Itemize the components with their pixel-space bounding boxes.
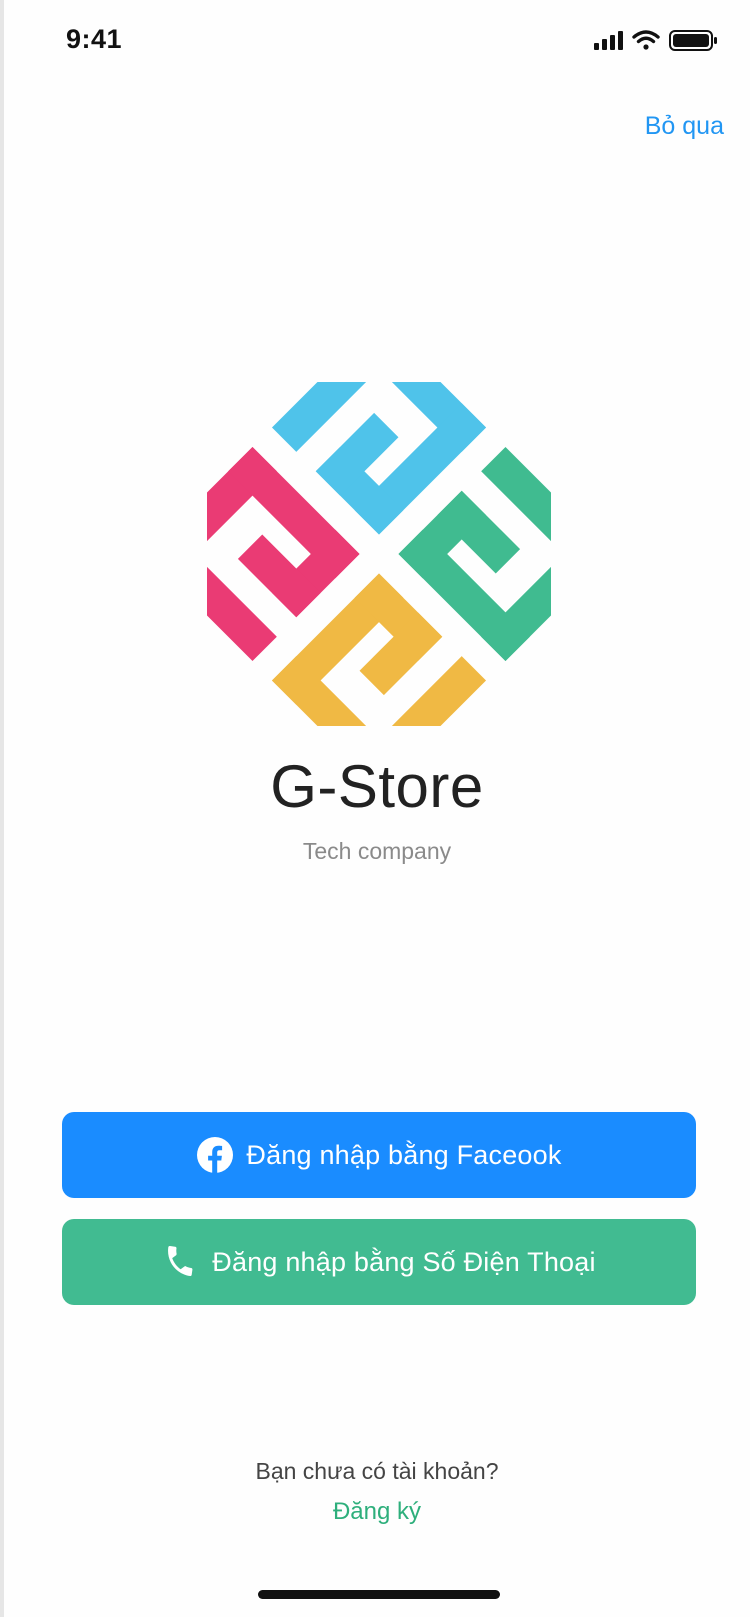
facebook-icon bbox=[196, 1136, 234, 1174]
brand-name: G-Store bbox=[270, 753, 484, 820]
skip-button[interactable]: Bỏ qua bbox=[645, 112, 724, 141]
no-account-text: Bạn chưa có tài khoản? bbox=[255, 1458, 499, 1484]
phone-icon bbox=[162, 1243, 200, 1281]
phone-login-label: Đăng nhập bằng Số Điện Thoại bbox=[212, 1246, 596, 1277]
cellular-signal-icon bbox=[594, 31, 623, 50]
home-indicator[interactable] bbox=[258, 1590, 500, 1599]
facebook-login-button[interactable]: Đăng nhập bằng Faceook bbox=[62, 1112, 696, 1198]
battery-icon bbox=[669, 30, 717, 51]
status-icons bbox=[594, 30, 717, 51]
status-time: 9:41 bbox=[66, 24, 123, 54]
wifi-icon bbox=[632, 30, 660, 50]
register-link[interactable]: Đăng ký bbox=[4, 1498, 750, 1526]
screen: 9:41 Bỏ qua G-Store Tech company Đăng nh… bbox=[4, 0, 750, 1617]
phone-login-button[interactable]: Đăng nhập bằng Số Điện Thoại bbox=[62, 1219, 696, 1305]
brand-tagline: Tech company bbox=[302, 838, 452, 864]
facebook-login-label: Đăng nhập bằng Faceook bbox=[246, 1139, 562, 1170]
g-store-logo bbox=[207, 382, 551, 726]
